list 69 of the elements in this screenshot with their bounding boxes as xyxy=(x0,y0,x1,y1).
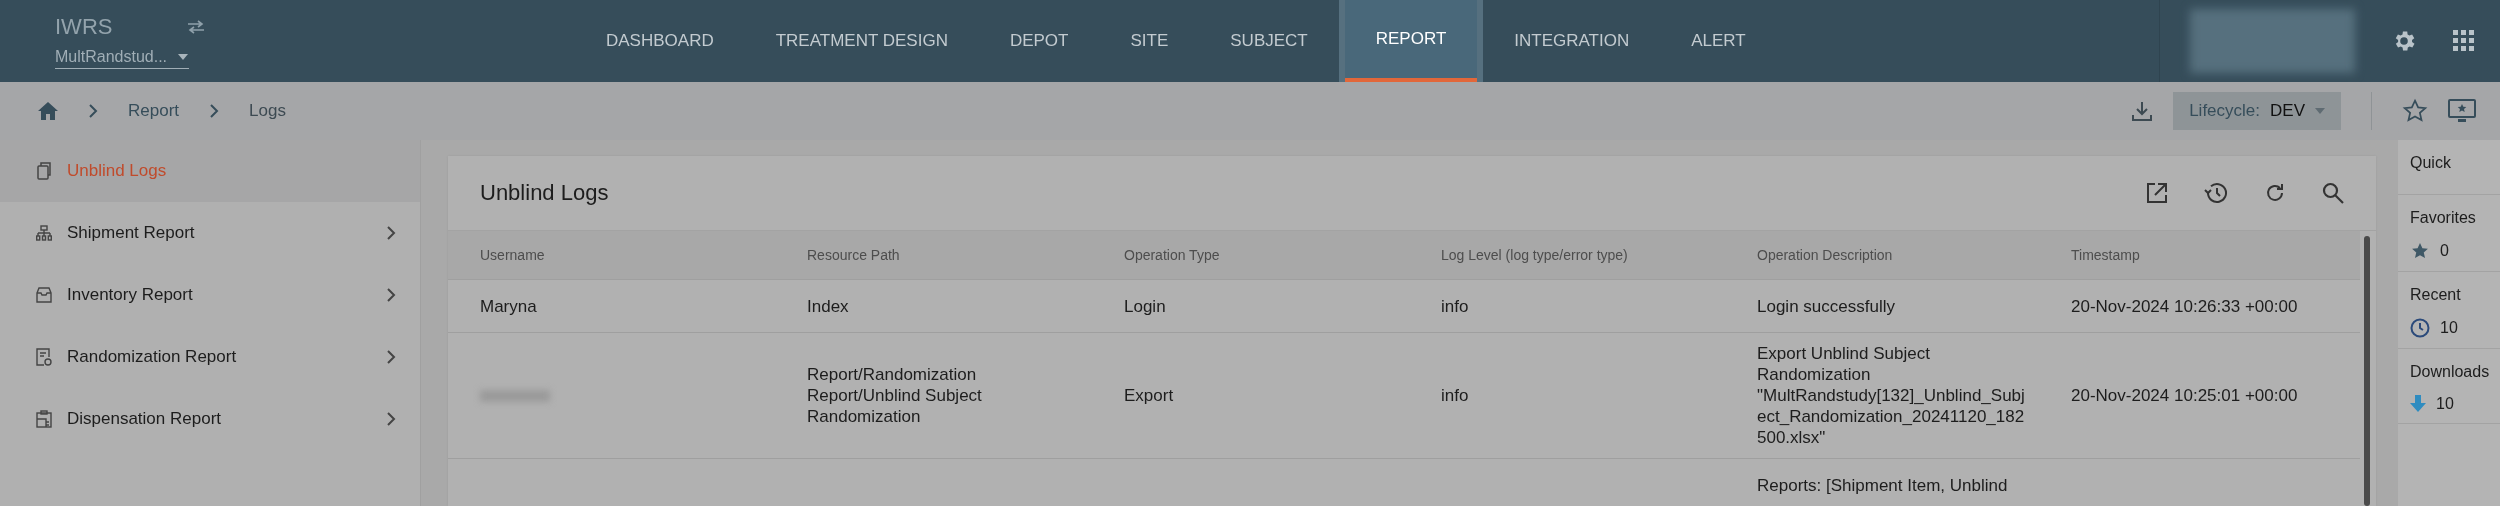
table-cell: 20-Nov-2024 10:26:33 +00:00 xyxy=(2071,295,2298,317)
chevron-icon xyxy=(386,288,396,302)
clipboard-box-icon xyxy=(36,410,52,428)
caret-icon xyxy=(177,53,190,61)
scrollbar[interactable] xyxy=(2364,236,2370,506)
count: 10 xyxy=(2436,395,2454,413)
clock-icon xyxy=(2410,318,2430,338)
star-icon xyxy=(2410,241,2430,261)
column-header: Username xyxy=(479,247,546,263)
card-title: Unblind Logs xyxy=(480,180,609,206)
column-header: Operation Type xyxy=(1123,247,1221,263)
swap-icon[interactable] xyxy=(186,19,207,35)
breadcrumb-link[interactable]: Logs xyxy=(249,101,286,121)
panel-title: Quick xyxy=(2398,140,2500,195)
hierarchy-icon xyxy=(36,225,52,241)
lifecycle-selector[interactable]: Lifecycle: DEV xyxy=(2173,92,2341,130)
sidebar-item[interactable]: Randomization Report xyxy=(0,326,420,388)
column-header: Resource Path xyxy=(806,247,901,263)
chevron-icon xyxy=(386,226,396,240)
report-refresh-icon xyxy=(36,348,52,366)
table-cell: Reports: [Shipment Item, Unblind xyxy=(1757,474,2008,496)
history-icon[interactable] xyxy=(2204,182,2228,204)
star-outline-icon[interactable] xyxy=(2402,98,2428,124)
sidebar-item[interactable]: Inventory Report xyxy=(0,264,420,326)
nav-tab[interactable]: SITE xyxy=(1099,0,1200,82)
section-label[interactable]: Favorites xyxy=(2410,209,2500,227)
sidebar-item[interactable]: Dispensation Report xyxy=(0,388,420,450)
chevron-icon xyxy=(209,104,220,118)
table-cell-text: Report/Randomization Report/Unblind Subject Randomization xyxy=(807,364,983,427)
home-icon[interactable] xyxy=(38,102,58,120)
table-cell: Index xyxy=(807,295,849,317)
table-cell-text: Export Unblind Subject Randomization "MultRandstudy[132]_Unblind_Subject_Randomization_20241120_182500.xlsx" xyxy=(1757,343,2026,448)
nav-tab[interactable]: DEPOT xyxy=(978,0,1100,82)
count: 10 xyxy=(2440,319,2458,337)
sidebar-item[interactable]: Shipment Report xyxy=(0,202,420,264)
table-cell: info xyxy=(1441,295,1469,317)
column-header: Operation Description xyxy=(1756,247,1894,263)
chevron-icon xyxy=(386,412,396,426)
document-copy-icon xyxy=(36,162,52,180)
table-cell: Maryna xyxy=(480,295,537,317)
refresh-icon[interactable] xyxy=(2264,182,2286,204)
inbox-icon xyxy=(36,287,52,303)
screen-star-icon[interactable] xyxy=(2448,99,2476,123)
nav-tab[interactable]: INTEGRATION xyxy=(1483,0,1661,82)
study-selector[interactable]: MultRandstud... xyxy=(55,48,190,69)
table-cell: Export xyxy=(1124,385,1174,406)
nav-tab[interactable]: TREATMENT DESIGN xyxy=(744,0,979,82)
caret-icon xyxy=(2315,108,2325,114)
count: 0 xyxy=(2440,242,2449,260)
nav-tab[interactable]: DASHBOARD xyxy=(575,0,745,82)
app-name: IWRS xyxy=(55,14,113,40)
column-header: Log Level (log type/error type) xyxy=(1440,247,1629,263)
section-label[interactable]: Recent xyxy=(2410,286,2500,304)
column-header: Timestamp xyxy=(2070,247,2141,263)
download-icon[interactable] xyxy=(2131,100,2154,122)
section-label[interactable]: Downloads xyxy=(2410,363,2500,381)
breadcrumb-link[interactable]: Report xyxy=(128,101,180,121)
table-cell: Login successfully xyxy=(1757,295,1895,317)
nav-tab[interactable]: SUBJECT xyxy=(1199,0,1339,82)
table-cell: 20-Nov-2024 10:25:01 +00:00 xyxy=(2071,385,2298,406)
chevron-icon xyxy=(88,104,98,118)
nav-tab[interactable]: ALERT xyxy=(1660,0,1777,82)
table-cell: info xyxy=(1441,385,1469,406)
chevron-icon xyxy=(386,350,396,364)
apps-grid-icon[interactable] xyxy=(2453,30,2475,52)
table-cell: Login xyxy=(1124,295,1166,317)
search-icon[interactable] xyxy=(2322,182,2344,204)
open-external-icon[interactable] xyxy=(2146,182,2168,204)
download-arrow-icon xyxy=(2410,395,2426,413)
